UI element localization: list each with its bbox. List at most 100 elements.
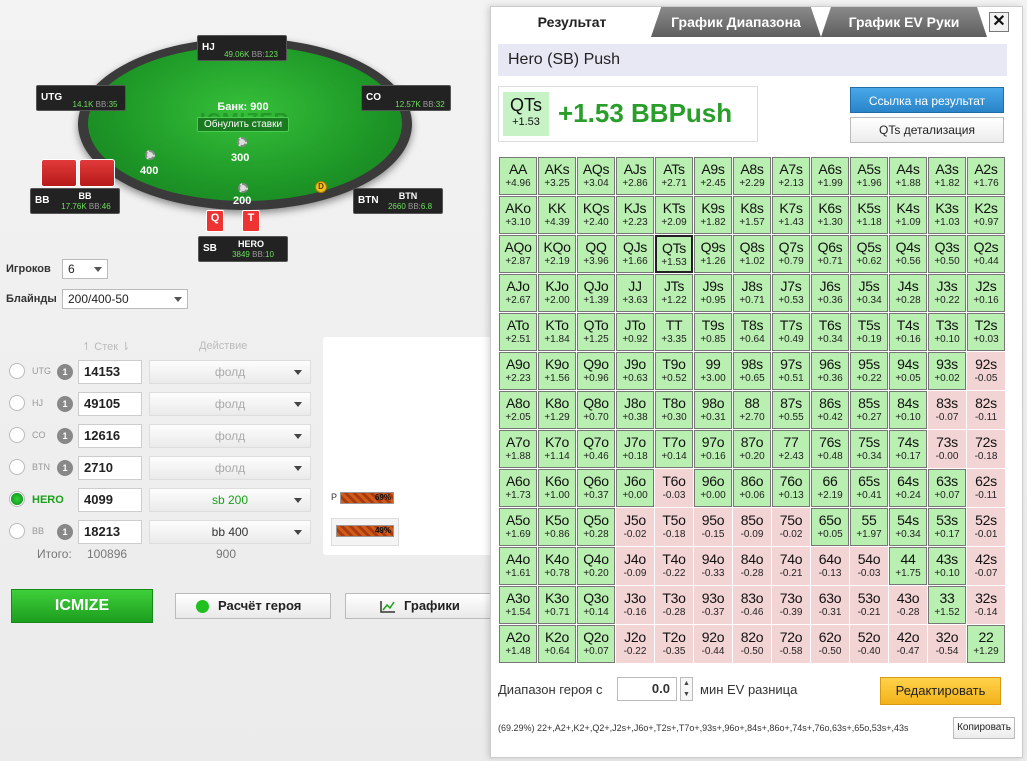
range-cell[interactable]: A9s +2.45: [694, 157, 732, 195]
seat-sb-hero[interactable]: SB HERO 3849 BB:10: [198, 236, 288, 262]
range-cell[interactable]: JTs +1.22: [655, 274, 693, 312]
range-cell[interactable]: AKs +3.25: [538, 157, 576, 195]
range-cell[interactable]: T2s +0.03: [967, 313, 1005, 351]
range-cell[interactable]: 98o +0.31: [694, 391, 732, 429]
range-cell[interactable]: Q8s +1.02: [733, 235, 771, 273]
range-cell[interactable]: Q6o +0.37: [577, 469, 615, 507]
range-cell[interactable]: 72s -0.18: [967, 430, 1005, 468]
range-cell[interactable]: 96s +0.36: [811, 352, 849, 390]
action-select[interactable]: sb 200: [149, 488, 311, 512]
range-cell[interactable]: 85o -0.09: [733, 508, 771, 546]
range-cell[interactable]: ATo +2.51: [499, 313, 537, 351]
seat-co[interactable]: CO 12.57K BB:32: [361, 85, 451, 111]
hero-radio[interactable]: [9, 523, 25, 539]
range-cell[interactable]: 88 +2.70: [733, 391, 771, 429]
range-cell[interactable]: T7s +0.49: [772, 313, 810, 351]
range-cell[interactable]: 83s -0.07: [928, 391, 966, 429]
range-cell[interactable]: A8s +2.29: [733, 157, 771, 195]
range-cell[interactable]: J9s +0.95: [694, 274, 732, 312]
range-cell[interactable]: A5s +1.96: [850, 157, 888, 195]
range-cell[interactable]: 52o -0.40: [850, 625, 888, 663]
range-cell[interactable]: JTo +0.92: [616, 313, 654, 351]
range-cell[interactable]: 84o -0.28: [733, 547, 771, 585]
player-count-badge[interactable]: 1: [57, 460, 73, 476]
range-cell[interactable]: 72o -0.58: [772, 625, 810, 663]
stack-input[interactable]: 18213: [78, 520, 142, 544]
range-cell[interactable]: 94s +0.05: [889, 352, 927, 390]
range-cell[interactable]: K5s +1.18: [850, 196, 888, 234]
hero-radio[interactable]: [9, 459, 25, 475]
range-cell[interactable]: 54s +0.34: [889, 508, 927, 546]
range-cell[interactable]: K3s +1.03: [928, 196, 966, 234]
hero-radio[interactable]: [9, 491, 25, 507]
range-cell[interactable]: 97s +0.51: [772, 352, 810, 390]
range-cell[interactable]: Q4s +0.56: [889, 235, 927, 273]
player-count-badge[interactable]: 1: [57, 364, 73, 380]
action-select[interactable]: фолд: [149, 392, 311, 416]
range-cell[interactable]: KQs +2.40: [577, 196, 615, 234]
range-cell[interactable]: A3o +1.54: [499, 586, 537, 624]
range-cell[interactable]: J3o -0.16: [616, 586, 654, 624]
range-cell[interactable]: 32s -0.14: [967, 586, 1005, 624]
range-cell[interactable]: Q4o +0.20: [577, 547, 615, 585]
action-select[interactable]: bb 400: [149, 520, 311, 544]
range-cell[interactable]: K6s +1.30: [811, 196, 849, 234]
range-cell[interactable]: Q5o +0.28: [577, 508, 615, 546]
range-cell[interactable]: AQs +3.04: [577, 157, 615, 195]
range-cell[interactable]: J4s +0.28: [889, 274, 927, 312]
range-cell[interactable]: A7o +1.88: [499, 430, 537, 468]
range-cell[interactable]: A7s +2.13: [772, 157, 810, 195]
range-cell[interactable]: 76o +0.13: [772, 469, 810, 507]
seat-btn[interactable]: BTN BTN 2660 BB:6.8: [353, 188, 443, 214]
range-cell[interactable]: A9o +2.23: [499, 352, 537, 390]
range-cell[interactable]: KTo +1.84: [538, 313, 576, 351]
range-cell[interactable]: A5o +1.69: [499, 508, 537, 546]
range-cell[interactable]: 98s +0.65: [733, 352, 771, 390]
range-cell[interactable]: AA +4.96: [499, 157, 537, 195]
range-cell[interactable]: 87s +0.55: [772, 391, 810, 429]
range-cell[interactable]: QTo +1.25: [577, 313, 615, 351]
stack-input[interactable]: 4099: [78, 488, 142, 512]
range-cell[interactable]: T3s +0.10: [928, 313, 966, 351]
player-count-badge[interactable]: 1: [57, 428, 73, 444]
range-cell[interactable]: 43s +0.10: [928, 547, 966, 585]
range-cell[interactable]: J7s +0.53: [772, 274, 810, 312]
range-cell[interactable]: AJo +2.67: [499, 274, 537, 312]
range-cell[interactable]: J2s +0.16: [967, 274, 1005, 312]
range-cell[interactable]: K8s +1.57: [733, 196, 771, 234]
range-cell[interactable]: QQ +3.96: [577, 235, 615, 273]
range-cell[interactable]: 94o -0.33: [694, 547, 732, 585]
range-cell[interactable]: KQo +2.19: [538, 235, 576, 273]
range-cell[interactable]: J5s +0.34: [850, 274, 888, 312]
range-cell[interactable]: 95s +0.22: [850, 352, 888, 390]
range-cell[interactable]: 99 +3.00: [694, 352, 732, 390]
range-cell[interactable]: Q3s +0.50: [928, 235, 966, 273]
range-cell[interactable]: KJo +2.00: [538, 274, 576, 312]
range-cell[interactable]: T4s +0.16: [889, 313, 927, 351]
range-cell[interactable]: KTs +2.09: [655, 196, 693, 234]
range-cell[interactable]: T8s +0.64: [733, 313, 771, 351]
range-cell[interactable]: 53s +0.17: [928, 508, 966, 546]
range-cell[interactable]: 96o +0.00: [694, 469, 732, 507]
range-cell[interactable]: AJs +2.86: [616, 157, 654, 195]
range-cell[interactable]: K9o +1.56: [538, 352, 576, 390]
hand-detail-button[interactable]: QTs детализация: [850, 117, 1004, 143]
range-cell[interactable]: K8o +1.29: [538, 391, 576, 429]
range-cell[interactable]: A8o +2.05: [499, 391, 537, 429]
range-cell[interactable]: 63o -0.31: [811, 586, 849, 624]
range-cell[interactable]: QTs +1.53: [655, 235, 693, 273]
range-cell[interactable]: 75o -0.02: [772, 508, 810, 546]
range-cell[interactable]: T5o -0.18: [655, 508, 693, 546]
player-count-badge[interactable]: 1: [57, 524, 73, 540]
min-ev-input[interactable]: 0.0: [617, 677, 677, 701]
range-cell[interactable]: 44 +1.75: [889, 547, 927, 585]
edit-button[interactable]: Редактировать: [880, 677, 1001, 705]
range-cell[interactable]: J6o +0.00: [616, 469, 654, 507]
range-cell[interactable]: J8s +0.71: [733, 274, 771, 312]
range-cell[interactable]: 84s +0.10: [889, 391, 927, 429]
range-cell[interactable]: 75s +0.34: [850, 430, 888, 468]
range-cell[interactable]: A3s +1.82: [928, 157, 966, 195]
stack-input[interactable]: 49105: [78, 392, 142, 416]
range-cell[interactable]: K6o +1.00: [538, 469, 576, 507]
range-cell[interactable]: QJs +1.66: [616, 235, 654, 273]
